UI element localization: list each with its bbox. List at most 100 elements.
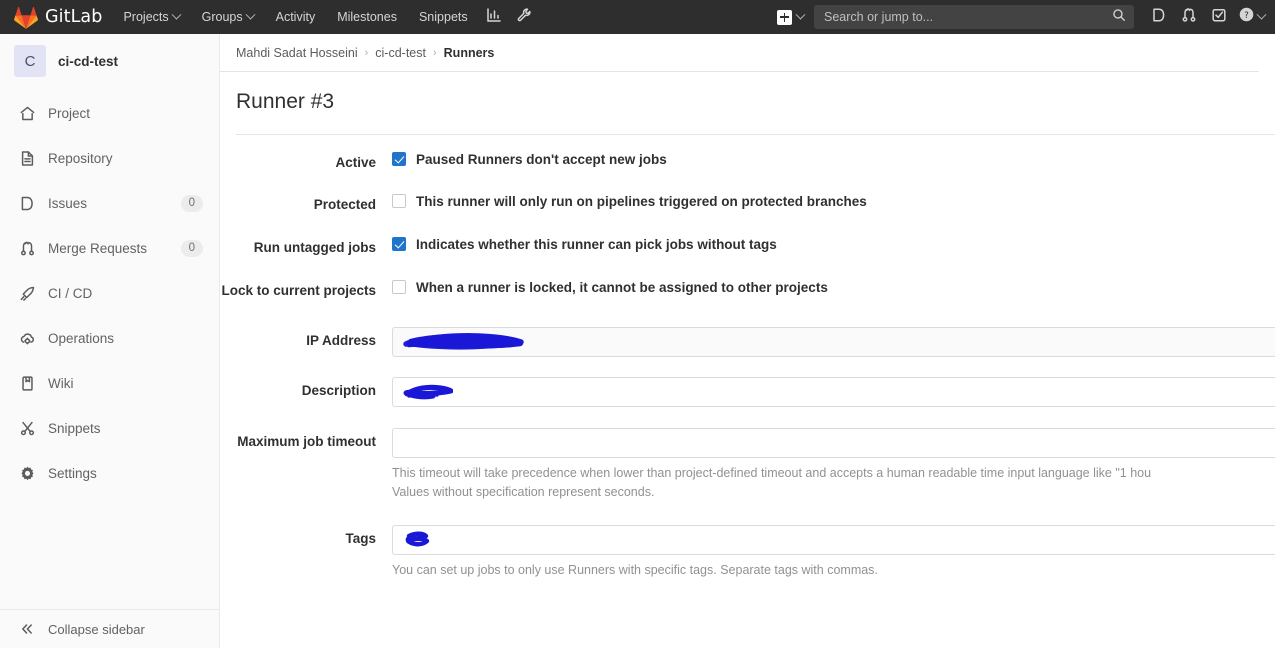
- book-icon: [18, 375, 36, 393]
- redaction-scribble: [403, 384, 453, 400]
- home-icon: [18, 105, 36, 123]
- sidebar-item-settings[interactable]: Settings: [0, 451, 219, 496]
- chevron-down-icon: [1256, 9, 1267, 20]
- form-row-active: Active Paused Runners don't accept new j…: [220, 151, 1275, 170]
- sidebar-item-wiki[interactable]: Wiki: [0, 361, 219, 406]
- run-untagged-label: Run untagged jobs: [253, 240, 376, 255]
- active-checkbox[interactable]: [392, 152, 406, 166]
- sidebar-project-header[interactable]: C ci-cd-test: [0, 34, 219, 88]
- breadcrumb-item-current: Runners: [443, 45, 495, 60]
- top-navigation-bar: GitLab Projects Groups Activity Mileston…: [0, 0, 1275, 34]
- project-sidebar: C ci-cd-test Project Repository Issues 0…: [0, 34, 220, 648]
- project-name: ci-cd-test: [58, 53, 119, 69]
- sidebar-item-label: Project: [48, 106, 91, 121]
- sidebar-item-label: Settings: [48, 466, 97, 481]
- help-circle-icon: ?: [1238, 6, 1255, 28]
- merge-requests-icon: [1181, 7, 1197, 28]
- admin-tools-button[interactable]: [509, 0, 539, 34]
- nav-projects-label: Projects: [123, 10, 169, 24]
- sidebar-item-label: Repository: [48, 151, 113, 166]
- double-chevron-left-icon: [18, 620, 36, 638]
- protected-checkbox[interactable]: [392, 194, 406, 208]
- run-untagged-checkbox[interactable]: [392, 237, 406, 251]
- locked-description: When a runner is locked, it cannot be as…: [416, 280, 828, 295]
- max-timeout-help-line-1: This timeout will take precedence when l…: [392, 466, 1152, 480]
- breadcrumb-item-project[interactable]: ci-cd-test: [375, 46, 426, 60]
- issues-nav-button[interactable]: [1144, 0, 1174, 34]
- main-content: Mahdi Sadat Hosseini › ci-cd-test › Runn…: [220, 34, 1275, 648]
- help-button[interactable]: ?: [1234, 0, 1275, 34]
- wrench-icon: [516, 7, 532, 28]
- locked-checkbox-row[interactable]: When a runner is locked, it cannot be as…: [392, 279, 1275, 297]
- max-timeout-help: This timeout will take precedence when l…: [392, 464, 1275, 503]
- sidebar-item-operations[interactable]: Operations: [0, 316, 219, 361]
- protected-checkbox-row[interactable]: This runner will only run on pipelines t…: [392, 193, 1275, 211]
- nav-groups[interactable]: Groups: [191, 0, 265, 34]
- rocket-icon: [18, 285, 36, 303]
- tags-input[interactable]: [392, 524, 1275, 555]
- analytics-button[interactable]: [479, 0, 509, 34]
- description-input[interactable]: [392, 377, 1275, 407]
- protected-label: Protected: [313, 197, 376, 212]
- form-row-max-timeout: Maximum job timeout This timeout will ta…: [220, 428, 1275, 503]
- sidebar-item-label: Merge Requests: [48, 241, 148, 256]
- active-label: Active: [335, 155, 376, 170]
- sidebar-item-issues[interactable]: Issues 0: [0, 181, 219, 226]
- runner-settings-form: Active Paused Runners don't accept new j…: [220, 135, 1275, 580]
- sidebar-item-label: Issues: [48, 196, 88, 211]
- locked-checkbox[interactable]: [392, 280, 406, 294]
- sidebar-item-merge-requests[interactable]: Merge Requests 0: [0, 226, 219, 271]
- sidebar-item-label: CI / CD: [48, 286, 93, 301]
- sidebar-item-project[interactable]: Project: [0, 91, 219, 136]
- active-description: Paused Runners don't accept new jobs: [416, 152, 667, 167]
- create-new-button[interactable]: [771, 0, 810, 34]
- nav-activity[interactable]: Activity: [265, 0, 327, 34]
- nav-projects[interactable]: Projects: [112, 0, 190, 34]
- breadcrumb-item-namespace[interactable]: Mahdi Sadat Hosseini: [236, 46, 358, 60]
- todos-nav-button[interactable]: [1204, 0, 1234, 34]
- issues-count-badge: 0: [180, 194, 203, 213]
- nav-snippets-label: Snippets: [418, 10, 468, 24]
- collapse-sidebar-button[interactable]: Collapse sidebar: [0, 610, 219, 648]
- redaction-scribble: [403, 333, 524, 350]
- nav-milestones[interactable]: Milestones: [326, 0, 408, 34]
- merge-requests-nav-button[interactable]: [1174, 0, 1204, 34]
- gear-icon: [18, 465, 36, 483]
- breadcrumb: Mahdi Sadat Hosseini › ci-cd-test › Runn…: [220, 34, 1259, 72]
- tags-help: You can set up jobs to only use Runners …: [392, 562, 878, 577]
- chevron-down-icon: [245, 9, 256, 20]
- active-checkbox-row[interactable]: Paused Runners don't accept new jobs: [392, 151, 1275, 169]
- issues-icon: [18, 195, 36, 213]
- sidebar-item-label: Operations: [48, 331, 115, 346]
- nav-activity-label: Activity: [275, 10, 316, 24]
- search-icon: [1112, 8, 1126, 27]
- merge-requests-icon: [18, 240, 36, 258]
- nav-milestones-label: Milestones: [337, 10, 397, 24]
- redaction-scribble: [405, 531, 430, 547]
- sidebar-item-snippets[interactable]: Snippets: [0, 406, 219, 451]
- run-untagged-checkbox-row[interactable]: Indicates whether this runner can pick j…: [392, 236, 1275, 254]
- scissors-icon: [18, 420, 36, 438]
- gitlab-wordmark: GitLab: [45, 7, 103, 27]
- form-row-description: Description: [220, 377, 1275, 407]
- max-timeout-input[interactable]: [392, 428, 1275, 458]
- sidebar-item-ci-cd[interactable]: CI / CD: [0, 271, 219, 316]
- sidebar-nav-items: Project Repository Issues 0 Merge Reques…: [0, 88, 219, 496]
- sidebar-item-repository[interactable]: Repository: [0, 136, 219, 181]
- run-untagged-description: Indicates whether this runner can pick j…: [416, 237, 777, 252]
- locked-label: Lock to current projects: [221, 283, 376, 298]
- search-input[interactable]: Search or jump to...: [814, 5, 1134, 29]
- gitlab-home-link[interactable]: GitLab: [0, 0, 112, 34]
- nav-snippets[interactable]: Snippets: [408, 0, 479, 34]
- form-row-ip-address: IP Address: [220, 327, 1275, 357]
- todos-icon: [1211, 7, 1227, 28]
- breadcrumb-separator-icon: ›: [432, 46, 437, 59]
- tags-label: Tags: [345, 530, 376, 546]
- cloud-gear-icon: [18, 330, 36, 348]
- search-placeholder: Search or jump to...: [824, 10, 934, 24]
- ip-address-input[interactable]: [392, 327, 1275, 357]
- chart-bar-icon: [486, 7, 502, 28]
- max-timeout-help-line-2: Values without specification represent s…: [392, 485, 655, 500]
- page-title: Runner #3: [236, 90, 335, 113]
- form-row-protected: Protected This runner will only run on p…: [220, 193, 1275, 212]
